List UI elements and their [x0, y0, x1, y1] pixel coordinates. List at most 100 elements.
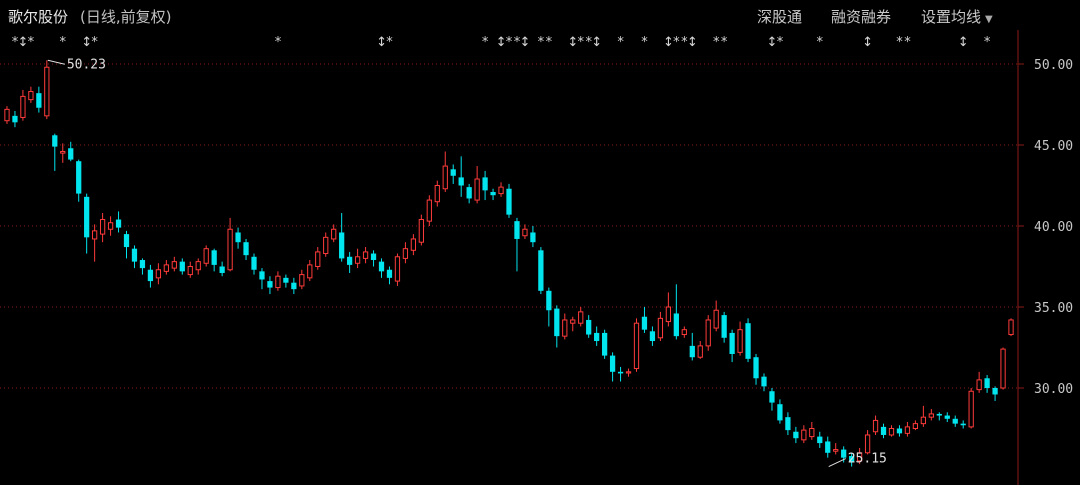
candle — [1008, 318, 1014, 337]
candle-body — [625, 371, 632, 374]
candle-body — [1008, 319, 1014, 336]
candle — [179, 258, 185, 275]
candle-body — [315, 251, 321, 267]
candle-body — [864, 434, 871, 454]
candle — [793, 426, 799, 444]
candle — [267, 276, 273, 295]
y-tick-label: 45.00 — [1034, 139, 1073, 154]
candle — [323, 232, 329, 257]
candle-body — [211, 250, 217, 265]
candle-body — [203, 248, 209, 264]
candle-body — [99, 219, 106, 235]
candle — [745, 318, 751, 363]
candle-body — [291, 282, 297, 290]
event-marker: * — [641, 35, 648, 50]
candle-body — [665, 306, 671, 323]
candle-body — [976, 379, 982, 391]
candle — [4, 106, 10, 124]
candle — [442, 151, 448, 192]
candle-body — [952, 418, 958, 424]
candle-body — [968, 390, 974, 428]
candle — [721, 311, 727, 343]
event-marker: * — [817, 35, 824, 50]
candlestick-chart[interactable]: 50.0045.0040.0035.0030.00* ↕ * * ↕ * * ↕ * * ↕ * * ↕ *… — [0, 0, 1080, 485]
candle-body — [36, 93, 42, 108]
candle-body — [219, 266, 225, 273]
candle — [291, 277, 297, 295]
candle — [195, 258, 201, 275]
candle — [354, 248, 361, 269]
candle-body — [147, 269, 154, 282]
candle — [283, 274, 289, 288]
candle — [299, 269, 305, 290]
candle-body — [689, 345, 695, 358]
candle — [155, 263, 162, 285]
event-marker: * — [275, 35, 282, 50]
candle — [163, 260, 169, 275]
candle — [777, 399, 783, 424]
candle — [960, 420, 966, 429]
candle — [410, 234, 417, 256]
candle — [211, 248, 217, 272]
candle-body — [227, 228, 233, 271]
candle-body — [251, 256, 257, 270]
candle-body — [354, 256, 361, 264]
candle — [697, 341, 703, 359]
candle-body — [259, 271, 265, 280]
event-marker: * — [538, 35, 545, 50]
candle-body — [187, 266, 193, 276]
candle — [570, 316, 576, 332]
y-tick-label: 50.00 — [1034, 58, 1073, 73]
candle — [107, 216, 114, 236]
candle — [514, 217, 520, 272]
candle-body — [992, 388, 998, 395]
candle-body — [753, 357, 759, 379]
candle — [219, 261, 225, 277]
candle — [825, 436, 831, 458]
candle-body — [888, 428, 895, 436]
candle — [609, 352, 616, 382]
candle — [386, 266, 393, 285]
candle — [689, 332, 695, 361]
event-marker: * — [984, 35, 991, 50]
candle — [235, 227, 241, 249]
candle — [482, 170, 488, 201]
candle-body — [299, 274, 305, 287]
candle — [984, 375, 990, 393]
event-marker: * — [546, 35, 553, 50]
candle-body — [1000, 348, 1006, 389]
candle — [378, 258, 385, 278]
candle-body — [378, 261, 385, 272]
candle — [785, 412, 791, 435]
candle-body — [793, 431, 799, 439]
candle-body — [442, 165, 448, 190]
candle — [681, 326, 687, 338]
chart-window: 歌尔股份 (日线,前复权) 深股通 融资融券 设置均线 ▼ 50.00 45.00 4… — [0, 0, 1080, 485]
candle-body — [12, 115, 18, 123]
candle — [522, 224, 528, 239]
candle — [641, 307, 648, 333]
candle — [936, 412, 942, 421]
candle — [60, 143, 66, 163]
candle-body — [123, 234, 130, 248]
candle-body — [155, 269, 162, 279]
candle-body — [482, 177, 488, 191]
candle-body — [801, 429, 807, 441]
y-tick-label: 35.00 — [1034, 301, 1073, 316]
candle — [307, 260, 313, 282]
candle-body — [139, 260, 146, 269]
candle — [12, 110, 18, 128]
candle — [370, 250, 377, 267]
candle-body — [761, 376, 767, 387]
price-annotation: 25.15 — [828, 452, 887, 468]
candle-body — [872, 419, 879, 433]
candle — [331, 224, 337, 243]
candle — [92, 224, 98, 262]
candle — [84, 193, 90, 254]
annotation-arrow — [828, 458, 846, 468]
candle — [880, 423, 887, 439]
candle-body — [52, 135, 58, 147]
candle — [809, 422, 815, 440]
candle — [251, 253, 257, 275]
candle-body — [912, 423, 919, 430]
